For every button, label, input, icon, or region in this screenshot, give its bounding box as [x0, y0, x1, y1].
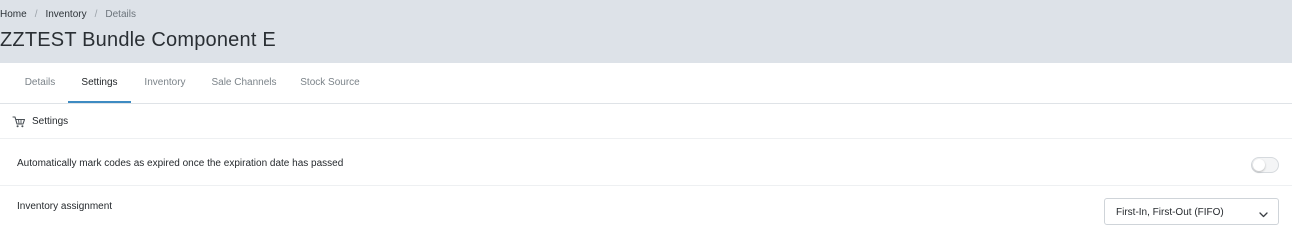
tab-bar: Details Settings Inventory Sale Channels… — [0, 63, 1292, 104]
toggle-knob — [1253, 159, 1265, 171]
tab-inventory[interactable]: Inventory — [131, 63, 199, 103]
breadcrumb-inventory-link[interactable]: Inventory — [45, 9, 86, 20]
breadcrumb-current: Details — [105, 8, 136, 20]
page-title: ZZTEST Bundle Component E — [0, 29, 276, 51]
inventory-assignment-label: Inventory assignment — [17, 201, 113, 212]
breadcrumb-separator: / — [94, 8, 98, 20]
tab-stock-source[interactable]: Stock Source — [289, 63, 371, 103]
tab-details[interactable]: Details — [12, 63, 68, 103]
settings-section-title: Settings — [32, 116, 69, 127]
breadcrumb-home-link[interactable]: Home — [0, 9, 27, 20]
expire-codes-toggle[interactable] — [1251, 157, 1279, 173]
page-header: Home / Inventory / Details ZZTEST Bundle… — [0, 0, 1292, 63]
chevron-down-icon — [1258, 207, 1269, 218]
expire-codes-label: Automatically mark codes as expired once… — [17, 158, 344, 169]
settings-section-header: Settings — [0, 104, 1292, 139]
inventory-assignment-setting-row: Inventory assignment First-In, First-Out… — [0, 187, 1292, 235]
inventory-assignment-value: First-In, First-Out (FIFO) — [1116, 207, 1224, 218]
settings-cart-icon — [12, 115, 26, 129]
breadcrumb-separator: / — [34, 8, 38, 20]
active-tab-indicator — [68, 101, 131, 103]
expire-codes-setting-row: Automatically mark codes as expired once… — [0, 140, 1292, 186]
inventory-assignment-select[interactable]: First-In, First-Out (FIFO) — [1104, 198, 1279, 225]
tab-sale-channels[interactable]: Sale Channels — [199, 63, 289, 103]
breadcrumb: Home / Inventory / Details — [0, 7, 136, 21]
tab-settings[interactable]: Settings — [68, 63, 131, 103]
